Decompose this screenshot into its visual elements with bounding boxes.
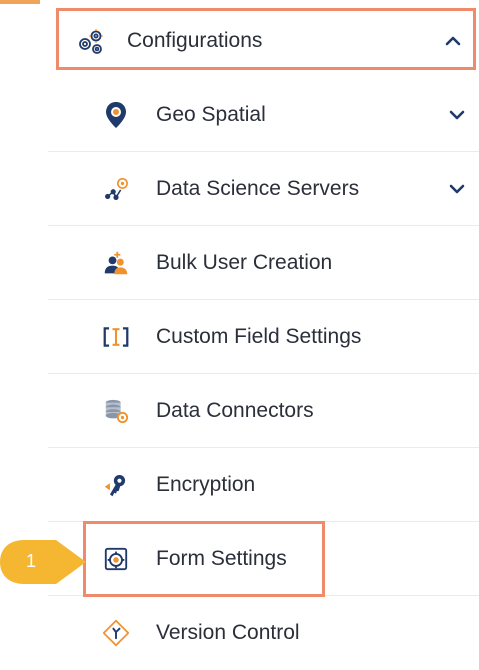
chevron-down-icon[interactable] bbox=[447, 105, 467, 125]
menu-item-bulk-user-creation[interactable]: Bulk User Creation bbox=[48, 226, 479, 300]
menu-item-geo-spatial[interactable]: Geo Spatial bbox=[48, 78, 479, 152]
menu-item-label: Encryption bbox=[156, 473, 256, 496]
custom-field-icon bbox=[103, 324, 129, 350]
map-pin-icon bbox=[103, 102, 129, 128]
configurations-label: Configurations bbox=[127, 29, 263, 52]
database-gear-icon bbox=[103, 398, 129, 424]
menu-item-custom-field-settings[interactable]: Custom Field Settings bbox=[48, 300, 479, 374]
menu-item-label: Bulk User Creation bbox=[156, 251, 333, 274]
gears-icon bbox=[76, 27, 106, 57]
data-science-icon bbox=[103, 176, 129, 202]
form-settings-highlight bbox=[83, 521, 325, 597]
chevron-up-icon[interactable] bbox=[443, 31, 463, 51]
users-add-icon bbox=[103, 250, 129, 276]
menu-item-label: Geo Spatial bbox=[156, 103, 266, 126]
key-icon bbox=[103, 472, 129, 498]
chevron-down-icon[interactable] bbox=[447, 179, 467, 199]
menu-item-label: Custom Field Settings bbox=[156, 325, 362, 348]
menu-item-label: Data Connectors bbox=[156, 399, 314, 422]
menu-item-label: Version Control bbox=[156, 621, 300, 644]
git-branch-icon bbox=[103, 619, 129, 647]
menu-item-data-connectors[interactable]: Data Connectors bbox=[48, 374, 479, 448]
menu-item-encryption[interactable]: Encryption bbox=[48, 448, 479, 522]
menu-item-version-control[interactable]: Version Control bbox=[48, 596, 479, 670]
configurations-menu-header[interactable]: Configurations bbox=[56, 8, 476, 70]
top-accent-strip bbox=[0, 0, 40, 4]
menu-item-data-science-servers[interactable]: Data Science Servers bbox=[48, 152, 479, 226]
step-number: 1 bbox=[25, 551, 36, 571]
menu-item-label: Data Science Servers bbox=[156, 177, 360, 200]
